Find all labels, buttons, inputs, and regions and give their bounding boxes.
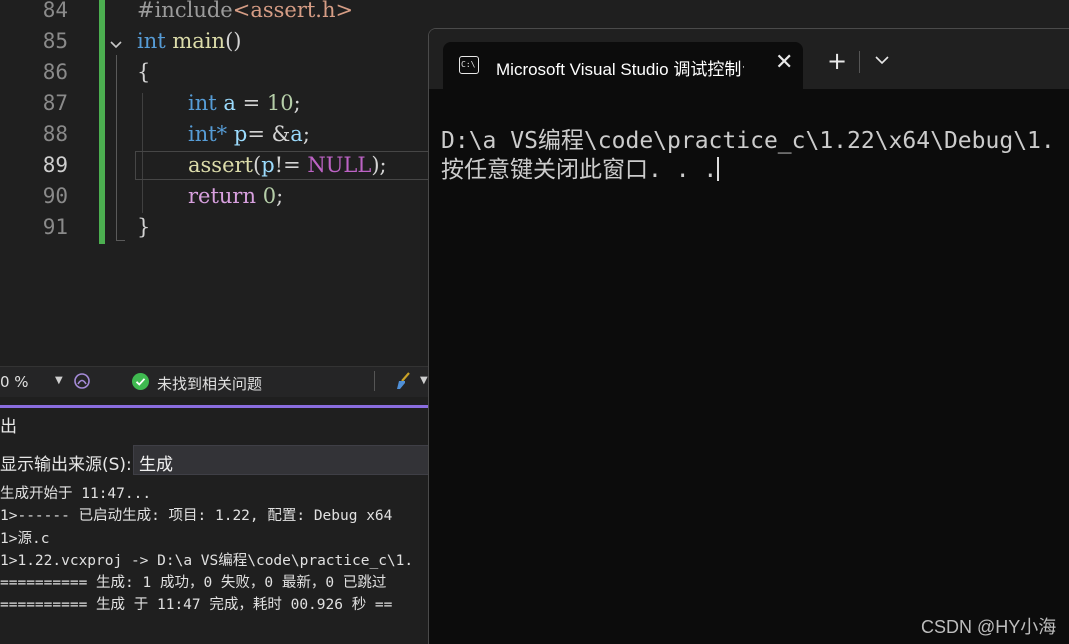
close-brace: } bbox=[137, 215, 151, 239]
output-panel-title: 出 bbox=[0, 417, 17, 437]
variable: a bbox=[223, 91, 236, 115]
number-literal: 10 bbox=[266, 91, 294, 115]
include-directive: #include bbox=[137, 0, 233, 22]
watermark: CSDN @HY小海 bbox=[921, 617, 1057, 637]
keyword-int-pointer: int* bbox=[188, 122, 228, 146]
line-number: 84 bbox=[42, 0, 68, 22]
code-line-84[interactable]: 84 #include<assert.h> bbox=[0, 0, 430, 26]
terminal-tab-bar: C:\ Microsoft Visual Studio 调试控制台 ✕ + bbox=[429, 29, 1069, 89]
code-editor[interactable]: 84 #include<assert.h> 85 int main() 86 {… bbox=[0, 0, 430, 366]
panel-accent-line bbox=[0, 405, 430, 408]
code-line-91[interactable]: 91 } bbox=[0, 212, 430, 243]
chevron-down-icon[interactable] bbox=[874, 54, 890, 66]
keyword-int: int bbox=[137, 29, 166, 53]
zoom-level[interactable]: 0 % bbox=[0, 373, 29, 391]
function-name: main bbox=[172, 29, 226, 53]
zoom-dropdown-icon[interactable]: ▼ bbox=[55, 375, 63, 386]
output-line: ========== 生成: 1 成功，0 失败，0 最新，0 已跳过 bbox=[0, 575, 387, 591]
line-number: 91 bbox=[42, 215, 68, 239]
function-call: assert bbox=[188, 153, 253, 177]
paren: ( bbox=[252, 153, 262, 177]
line-number: 88 bbox=[42, 122, 68, 146]
macro-null: NULL bbox=[307, 153, 372, 177]
terminal-prompt-line: 按任意键关闭此窗口. . . bbox=[441, 157, 718, 183]
closing: ); bbox=[371, 153, 387, 177]
output-line: ========== 生成 于 11:47 完成，耗时 00.926 秒 == bbox=[0, 597, 393, 613]
code-line-85[interactable]: 85 int main() bbox=[0, 26, 430, 57]
line-number: 86 bbox=[42, 60, 68, 84]
output-line: 1>源.c bbox=[0, 531, 50, 547]
output-panel: 出 显示输出来源(S): 生成 生成开始于 11:47... 1>------ … bbox=[0, 397, 433, 643]
terminal-tab[interactable]: C:\ Microsoft Visual Studio 调试控制台 ✕ bbox=[443, 42, 803, 89]
output-source-select[interactable]: 生成 bbox=[133, 445, 433, 475]
parens: () bbox=[225, 29, 242, 53]
text-cursor bbox=[717, 157, 720, 181]
number-literal: 0 bbox=[262, 184, 277, 208]
line-number: 87 bbox=[42, 91, 68, 115]
editor-status-bar: 0 % ▼ 未找到相关问题 ▼ bbox=[0, 366, 430, 398]
output-line: 生成开始于 11:47... bbox=[0, 486, 152, 502]
operator: = & bbox=[247, 122, 291, 146]
new-tab-button[interactable]: + bbox=[827, 49, 847, 73]
code-line-89[interactable]: 89 assert(p!= NULL); bbox=[0, 150, 430, 181]
code-line-88[interactable]: 88 int* p= &a; bbox=[0, 119, 430, 150]
output-source-value: 生成 bbox=[139, 455, 173, 475]
output-line: 1>------ 已启动生成: 项目: 1.22, 配置: Debug x64 bbox=[0, 508, 393, 524]
tabbar-divider bbox=[859, 51, 860, 73]
copilot-icon[interactable] bbox=[72, 371, 92, 391]
code-line-90[interactable]: 90 return 0; bbox=[0, 181, 430, 212]
terminal-output[interactable]: D:\a VS编程\code\practice_c\1.22\x64\Debug… bbox=[441, 127, 1055, 185]
output-source-label: 显示输出来源(S): bbox=[0, 455, 132, 475]
keyword-return: return bbox=[188, 184, 256, 208]
output-line: 1>1.22.vcxproj -> D:\a VS编程\code\practic… bbox=[0, 553, 414, 569]
terminal-path-line: D:\a VS编程\code\practice_c\1.22\x64\Debug… bbox=[441, 128, 1055, 154]
clean-brush-icon[interactable] bbox=[394, 370, 416, 392]
line-number: 85 bbox=[42, 29, 68, 53]
variable: a bbox=[290, 122, 303, 146]
brush-dropdown-icon[interactable]: ▼ bbox=[420, 375, 428, 386]
line-number: 90 bbox=[42, 184, 68, 208]
variable: p bbox=[261, 153, 275, 177]
operator: != bbox=[274, 153, 308, 177]
include-header: <assert.h> bbox=[232, 0, 354, 22]
code-line-87[interactable]: 87 int a = 10; bbox=[0, 88, 430, 119]
debug-console-window[interactable]: C:\ Microsoft Visual Studio 调试控制台 ✕ + D:… bbox=[428, 28, 1069, 644]
code-line-86[interactable]: 86 { bbox=[0, 57, 430, 88]
terminal-tab-title: Microsoft Visual Studio 调试控制台 bbox=[496, 60, 744, 79]
variable: p bbox=[227, 122, 248, 146]
operator: = bbox=[235, 91, 267, 115]
line-number: 89 bbox=[42, 153, 68, 177]
issues-status[interactable]: 未找到相关问题 bbox=[157, 373, 262, 394]
close-icon[interactable]: ✕ bbox=[775, 50, 793, 75]
semicolon: ; bbox=[302, 122, 310, 146]
console-icon: C:\ bbox=[459, 56, 479, 74]
check-circle-icon bbox=[132, 373, 149, 390]
semicolon: ; bbox=[293, 91, 301, 115]
semicolon: ; bbox=[276, 184, 284, 208]
keyword-int: int bbox=[188, 91, 217, 115]
open-brace: { bbox=[137, 60, 151, 84]
status-divider bbox=[374, 371, 375, 391]
